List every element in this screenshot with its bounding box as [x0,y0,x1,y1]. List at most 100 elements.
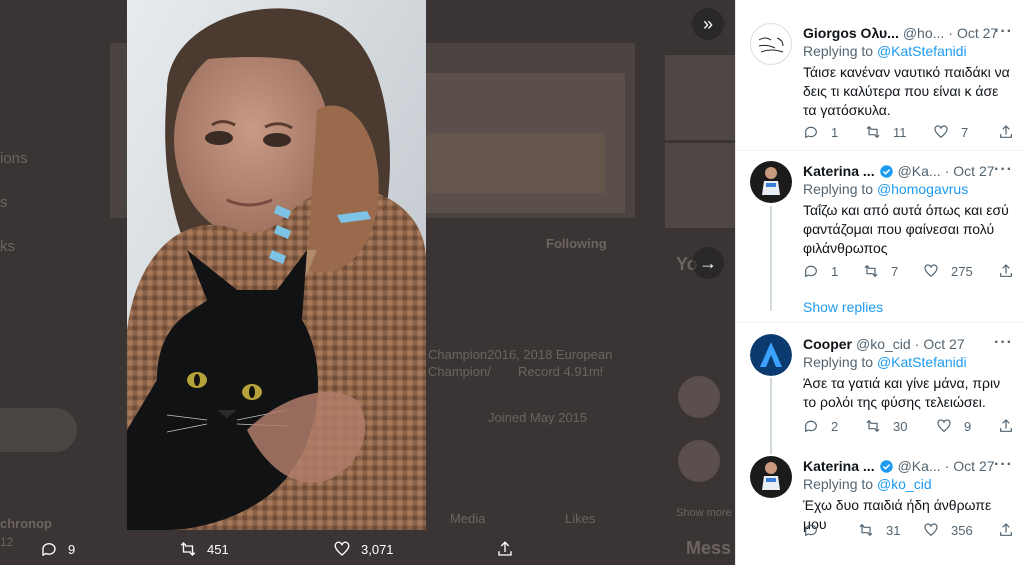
tweet-date[interactable]: Oct 27 [923,336,964,352]
more-options-icon[interactable]: ··· [994,456,1013,474]
retweet-count: 30 [893,418,908,434]
reply-button[interactable]: 1 [803,263,838,279]
author-name[interactable]: Cooper [803,336,852,352]
author-handle[interactable]: @ko_cid [856,336,911,352]
tweet-actions: 31 356 [803,522,1015,542]
verified-badge-icon [879,459,893,473]
author-name[interactable]: Giorgos Ολυ... [803,25,899,41]
share-icon [1000,125,1012,138]
share-button[interactable] [998,124,1014,140]
retweet-count: 31 [886,522,901,538]
media-reply-button[interactable]: 9 [40,540,75,558]
show-replies-link[interactable]: Show replies [803,299,883,315]
share-button[interactable] [998,418,1014,434]
suggest-avatar [678,440,720,482]
reply-button[interactable] [803,522,831,538]
nav-fragment: ks [0,238,15,255]
suggest-avatar [678,376,720,418]
retweet-icon [864,264,878,278]
following-label: Following [546,236,607,251]
sketch-avatar[interactable] [750,23,792,65]
tweet-actions: 1 11 7 [803,124,1015,144]
tweet-actions: 2 30 9 [803,418,1015,438]
replying-to-link[interactable]: @homogavrus [877,181,968,197]
share-icon [1000,264,1012,277]
like-button[interactable]: 7 [933,124,968,140]
reply-count: 1 [831,263,839,279]
replying-to-link[interactable]: @KatStefanidi [877,43,967,59]
reply-button[interactable]: 2 [803,418,838,434]
arrow-right-icon: → [699,252,717,273]
bio-fragment: Champion2016, 2018 European [428,347,613,362]
letter-a-avatar[interactable] [750,334,792,376]
media-photo [127,0,426,530]
retweet-button[interactable]: 11 [865,124,907,140]
athlete-avatar[interactable] [750,161,792,203]
next-media-button[interactable]: → [692,247,724,279]
like-button[interactable]: 275 [923,263,973,279]
author-handle[interactable]: @Ka... [898,163,941,179]
retweet-icon [180,542,196,556]
media-action-bar: 9 451 3,071 [0,530,735,565]
like-count: 275 [951,263,973,279]
reply-count: 1 [831,124,839,140]
heart-icon [924,523,938,537]
tweet-text: Ταΐζω και από αυτά όπως και εσύ φαντάζομ… [803,202,1009,256]
share-button[interactable] [998,263,1014,279]
reply-count: 2 [831,418,839,434]
reply-icon [805,420,817,433]
reply-icon [805,524,817,537]
reply-icon [42,543,56,557]
author-name[interactable]: Katerina ... [803,458,875,474]
retweet-button[interactable]: 30 [865,418,907,434]
media-thumb [665,143,735,228]
like-button[interactable]: 9 [936,418,971,434]
tweet-button-bg [0,408,77,452]
tweet-date[interactable]: Oct 27 [953,163,994,179]
share-icon [1000,523,1012,536]
retweet-button[interactable]: 31 [858,522,900,538]
nav-fragment: s [0,194,8,211]
media-reply-count: 9 [68,541,76,557]
media-share-button[interactable] [496,540,514,558]
reply-tweet[interactable]: Katerina ... @Ka... · Oct 27 ··· Replyin… [736,161,1024,286]
heart-icon [937,419,951,433]
collapse-panel-button[interactable]: » [692,8,724,40]
reply-button[interactable]: 1 [803,124,838,140]
tab-likes: Likes [565,511,596,526]
media-retweet-button[interactable]: 451 [179,540,229,558]
replying-label: Replying to [803,476,874,492]
reply-tweet[interactable]: Katerina ... @Ka... · Oct 27 ··· Replyin… [736,456,1024,556]
retweet-button[interactable]: 7 [863,263,898,279]
replying-to-link[interactable]: @KatStefanidi [877,354,967,370]
nav-fragment: ions [0,150,28,167]
like-count: 7 [961,124,969,140]
reply-tweet[interactable]: Giorgos Ολυ... @ho... · Oct 27 ··· Reply… [736,23,1024,148]
bio-fragment: Record 4.91m! [518,364,604,379]
author-handle[interactable]: @ho... [903,25,944,41]
heart-icon [924,264,938,278]
tweet-date[interactable]: Oct 27 [957,25,998,41]
show-more-fragment: Show more [676,507,732,519]
like-button[interactable]: 356 [923,522,973,538]
author-name[interactable]: Katerina ... [803,163,875,179]
author-handle[interactable]: @Ka... [898,458,941,474]
replying-to-link[interactable]: @ko_cid [877,476,932,492]
divider [736,322,1024,323]
tweet-date[interactable]: Oct 27 [953,458,994,474]
replying-label: Replying to [803,181,874,197]
retweet-icon [866,419,880,433]
athlete-avatar[interactable] [750,456,792,498]
replying-label: Replying to [803,354,874,370]
retweet-icon [866,125,880,139]
more-options-icon[interactable]: ··· [994,161,1013,179]
reply-icon [805,265,817,278]
media-like-button[interactable]: 3,071 [333,540,394,558]
share-button[interactable] [998,522,1014,538]
replying-label: Replying to [803,43,874,59]
verified-badge-icon [879,164,893,178]
reply-tweet[interactable]: Cooper @ko_cid · Oct 27 ··· Replying to … [736,334,1024,444]
retweet-count: 11 [893,124,907,140]
more-options-icon[interactable]: ··· [994,23,1013,41]
more-options-icon[interactable]: ··· [994,334,1013,352]
